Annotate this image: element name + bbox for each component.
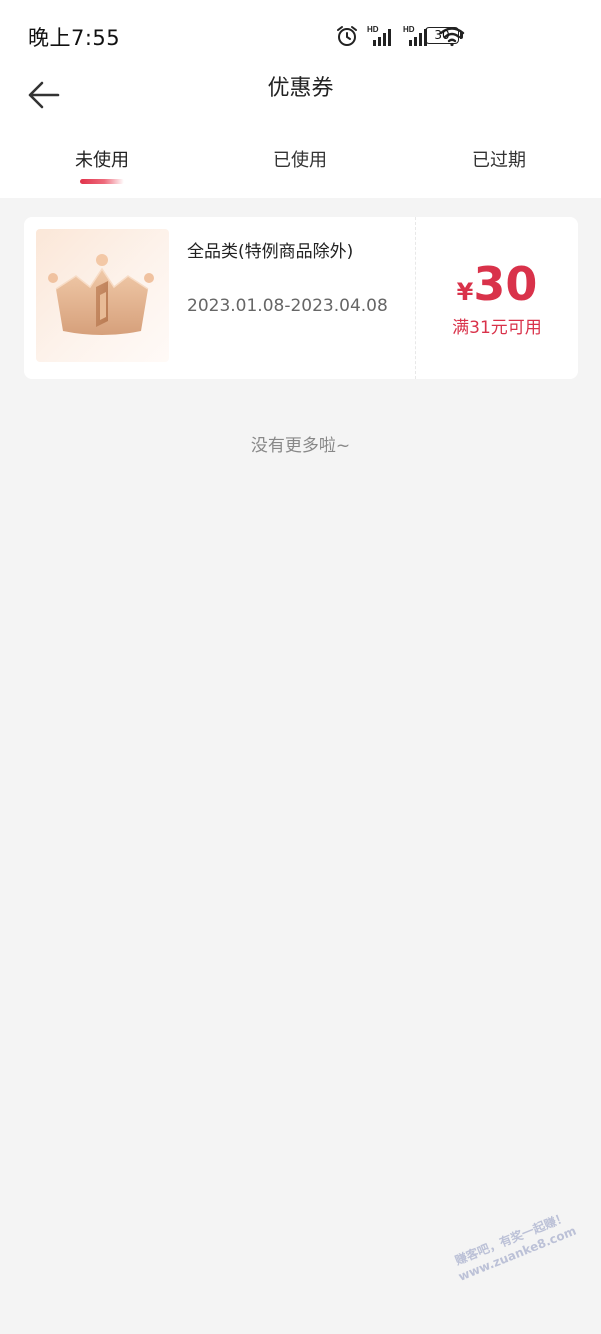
coupon-value: 30: [473, 257, 538, 311]
coupon-card[interactable]: 全品类(特例商品除外) 2023.01.08-2023.04.08 ¥30 满3…: [24, 217, 578, 379]
signal-hd-icon: HD: [367, 24, 395, 48]
active-tab-indicator: [80, 179, 124, 184]
tab-unused[interactable]: 未使用: [2, 148, 202, 174]
coupon-amount: ¥30: [416, 257, 578, 311]
no-more-text: 没有更多啦~: [250, 436, 351, 456]
svg-text:HD: HD: [367, 25, 379, 34]
battery-cap: [460, 32, 463, 39]
tab-expired[interactable]: 已过期: [399, 148, 599, 174]
tab-used[interactable]: 已使用: [200, 148, 400, 174]
tab-bar: 未使用 已使用 已过期: [0, 144, 601, 198]
alarm-icon: [335, 24, 359, 48]
battery-icon: 30: [425, 27, 459, 44]
svg-text:HD: HD: [403, 25, 415, 34]
watermark: 赚客吧，有奖一起赚！ www.zuanke8.com: [450, 1208, 579, 1285]
coupon-condition: 满31元可用: [452, 318, 542, 338]
status-time: 晚上7:55: [28, 26, 121, 50]
page-title: 优惠券: [267, 76, 334, 101]
coupon-currency: ¥: [456, 278, 474, 306]
coupon-title: 全品类(特例商品除外): [187, 242, 354, 262]
crown-icon: [36, 254, 169, 362]
coupon-thumbnail: [36, 229, 169, 362]
coupon-date-range: 2023.01.08-2023.04.08: [187, 296, 388, 316]
status-bar: 晚上7:55 HD HD 30: [0, 0, 601, 70]
